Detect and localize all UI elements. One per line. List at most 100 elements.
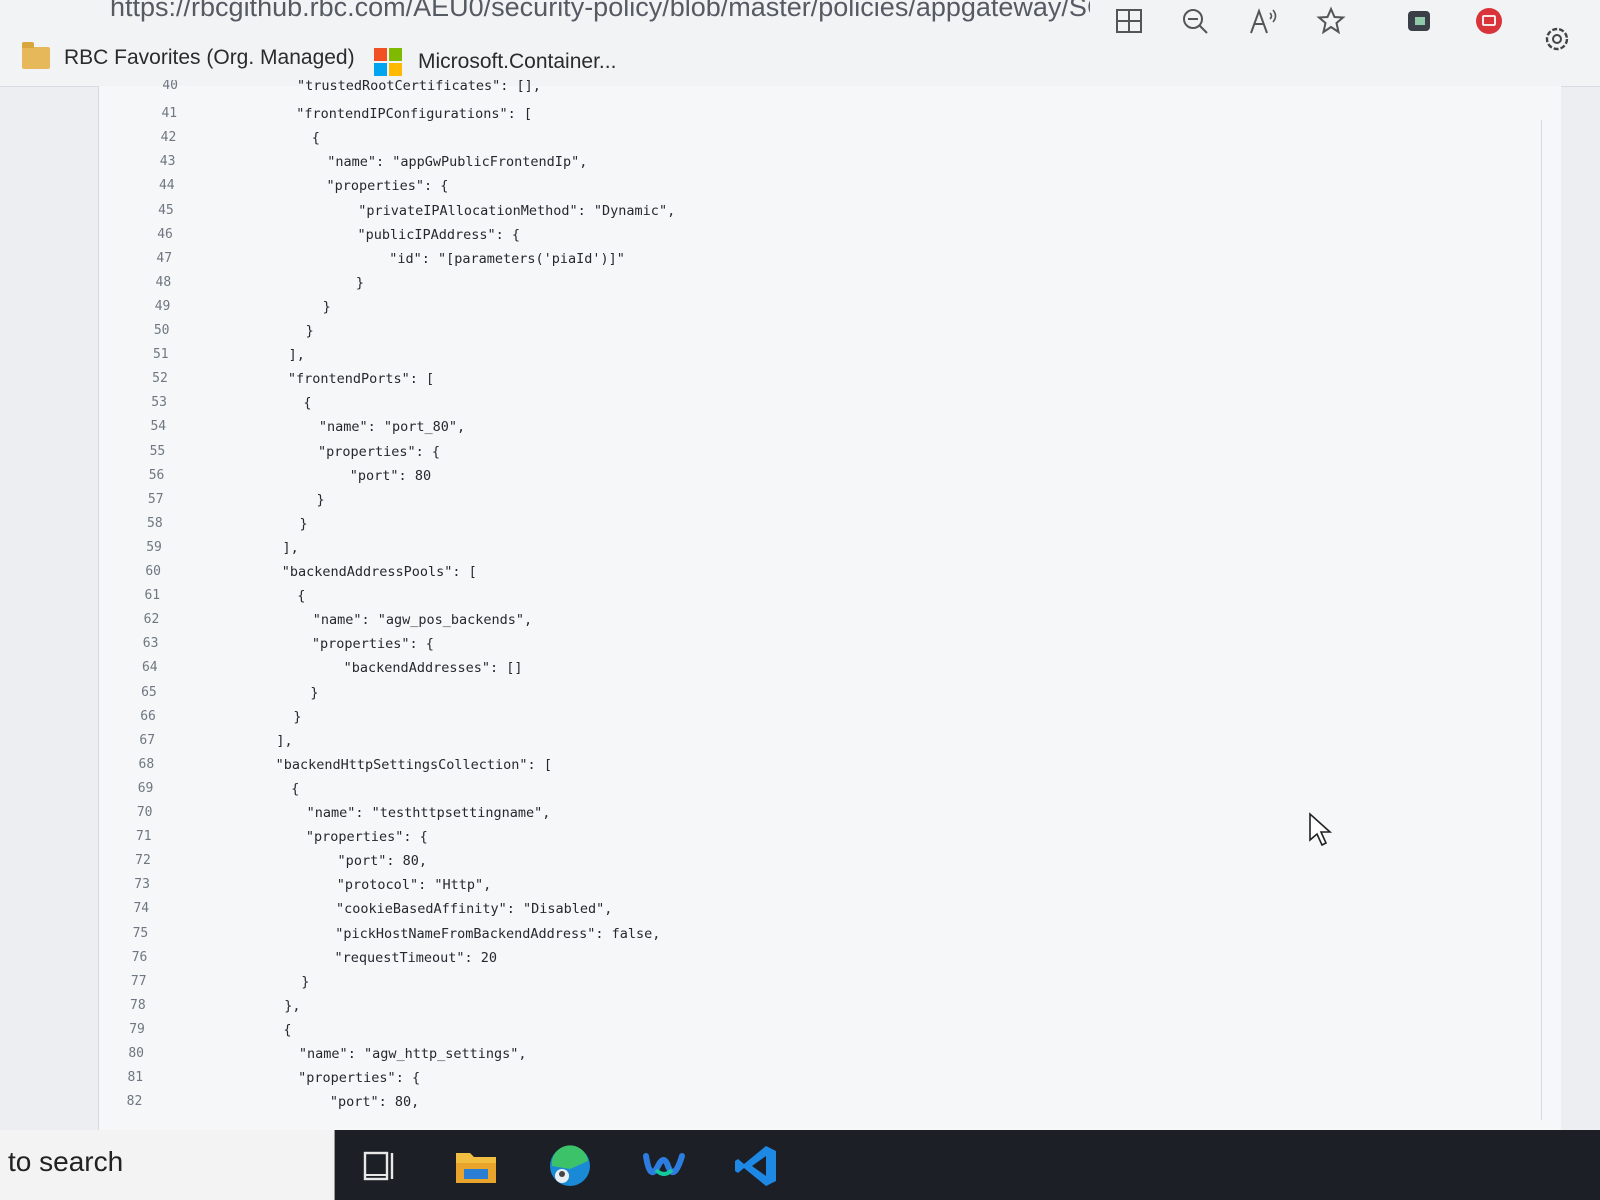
- favorite-star-icon[interactable]: [1314, 4, 1348, 38]
- file-explorer-icon[interactable]: [452, 1142, 500, 1190]
- code-line: 68 "backendHttpSettingsCollection": [: [0, 753, 1540, 777]
- bookmark-label: RBC Favorites (Org. Managed): [64, 46, 355, 69]
- line-number[interactable]: 81: [83, 1066, 143, 1090]
- line-number[interactable]: 79: [85, 1018, 145, 1042]
- code-line: 81 "properties": {: [0, 1066, 1540, 1090]
- line-number[interactable]: 80: [84, 1042, 144, 1066]
- code-line: 65 }: [0, 681, 1540, 705]
- folder-icon: [22, 42, 50, 69]
- line-number[interactable]: 52: [108, 367, 168, 391]
- line-number[interactable]: 49: [110, 295, 171, 319]
- profile-icon[interactable]: [1472, 4, 1506, 38]
- bookmark-microsoft-container[interactable]: Microsoft.Container...: [374, 44, 616, 80]
- code-text: "name": "port_80",: [221, 419, 466, 436]
- address-bar[interactable]: https://rbcgithub.rbc.com/AEU0/security-…: [40, 0, 1090, 28]
- line-number[interactable]: 63: [98, 632, 159, 656]
- line-number[interactable]: 75: [88, 922, 149, 946]
- line-number[interactable]: 56: [104, 464, 165, 488]
- line-number[interactable]: 54: [106, 415, 166, 439]
- line-number[interactable]: 51: [109, 343, 169, 367]
- code-line: 46 "publicIPAddress": {: [0, 223, 1540, 247]
- code-text: "requestTimeout": 20: [204, 949, 498, 966]
- code-line: 77 }: [0, 970, 1540, 994]
- code-text: }: [212, 708, 302, 725]
- code-line: 80 "name": "agw_http_settings",: [0, 1042, 1540, 1066]
- code-line: 67 ],: [0, 729, 1540, 753]
- split-screen-icon[interactable]: [1112, 4, 1146, 38]
- line-number[interactable]: 45: [114, 199, 174, 223]
- zoom-out-icon[interactable]: [1178, 4, 1212, 38]
- line-number[interactable]: 64: [98, 656, 158, 680]
- line-number[interactable]: 55: [105, 440, 166, 464]
- task-view-icon[interactable]: [356, 1142, 404, 1190]
- webex-icon[interactable]: [640, 1142, 688, 1190]
- code-line: 66 }: [0, 705, 1540, 729]
- line-number[interactable]: 66: [96, 705, 156, 729]
- code-line: 58 }: [0, 512, 1540, 536]
- line-number[interactable]: 73: [90, 873, 150, 897]
- search-placeholder[interactable]: to search: [8, 1146, 123, 1178]
- line-number[interactable]: 78: [86, 994, 146, 1018]
- line-number[interactable]: 65: [97, 681, 157, 705]
- line-number[interactable]: 62: [99, 608, 160, 632]
- code-text: }: [225, 298, 331, 315]
- code-line: 75 "pickHostNameFromBackendAddress": fal…: [0, 922, 1540, 946]
- line-number[interactable]: 77: [87, 970, 147, 994]
- edge-icon[interactable]: [546, 1142, 594, 1190]
- line-number[interactable]: 70: [93, 801, 153, 825]
- code-text: "id": "[parameters('piaId')]": [226, 250, 625, 267]
- line-number[interactable]: 72: [91, 849, 151, 873]
- code-line: 53 {: [0, 391, 1540, 415]
- code-text: "name": "appGwPublicFrontendIp",: [229, 154, 588, 171]
- line-number[interactable]: 53: [107, 391, 167, 415]
- code-line: 62 "name": "agw_pos_backends",: [0, 608, 1540, 632]
- code-line: 44 "properties": {: [0, 174, 1540, 198]
- line-number[interactable]: 43: [115, 150, 176, 174]
- code-text: {: [215, 588, 306, 605]
- code-line: 76 "requestTimeout": 20: [0, 946, 1540, 970]
- line-number[interactable]: 76: [87, 946, 148, 970]
- line-number[interactable]: 58: [103, 512, 163, 536]
- line-number[interactable]: 60: [101, 560, 161, 584]
- line-number[interactable]: 42: [116, 126, 177, 150]
- url-text[interactable]: https://rbcgithub.rbc.com/AEU0/security-…: [110, 0, 1090, 23]
- code-text: }: [224, 323, 314, 339]
- vscode-icon[interactable]: [732, 1142, 780, 1190]
- code-line: 49 }: [0, 295, 1540, 319]
- code-text: ],: [217, 539, 299, 556]
- line-number[interactable]: 71: [92, 825, 152, 849]
- code-line: 61 {: [0, 584, 1540, 608]
- code-line: 47 "id": "[parameters('piaId')]": [0, 247, 1540, 271]
- line-number[interactable]: 41: [117, 102, 177, 126]
- line-number[interactable]: 50: [110, 319, 170, 343]
- line-number[interactable]: 61: [100, 584, 160, 608]
- code-text: {: [209, 780, 300, 797]
- line-number[interactable]: 69: [93, 777, 154, 801]
- line-number[interactable]: 48: [111, 271, 172, 295]
- line-number[interactable]: 74: [89, 897, 149, 921]
- line-number[interactable]: 82: [82, 1090, 143, 1114]
- code-text: "protocol": "Http",: [206, 877, 492, 894]
- line-number[interactable]: 59: [102, 536, 162, 560]
- bookmarks-bar: RBC Favorites (Org. Managed) Microsoft.C…: [0, 36, 1600, 80]
- extension-icon[interactable]: [1402, 4, 1436, 38]
- code-line: 55 "properties": {: [0, 440, 1540, 464]
- bookmark-rbc-favorites[interactable]: RBC Favorites (Org. Managed): [22, 40, 355, 76]
- line-number[interactable]: 44: [115, 174, 175, 198]
- read-aloud-icon[interactable]: [1246, 4, 1280, 38]
- line-number[interactable]: 57: [104, 488, 164, 512]
- line-number[interactable]: 67: [95, 729, 155, 753]
- line-number[interactable]: 68: [94, 753, 155, 777]
- microsoft-icon: [374, 48, 402, 76]
- line-number[interactable]: 47: [112, 247, 172, 271]
- code-line: 45 "privateIPAllocationMethod": "Dynamic…: [0, 199, 1540, 223]
- line-number[interactable]: 46: [113, 223, 173, 247]
- code-text: }: [225, 274, 365, 291]
- code-line: 56 "port": 80: [0, 464, 1540, 488]
- code-text: "frontendIPConfigurations": [: [231, 106, 532, 123]
- taskbar-search-box[interactable]: to search: [0, 1130, 335, 1200]
- code-text: "pickHostNameFromBackendAddress": false,: [205, 925, 661, 942]
- line-number[interactable]: 40: [118, 80, 178, 92]
- code-text: {: [230, 130, 320, 147]
- code-text: }: [218, 491, 325, 508]
